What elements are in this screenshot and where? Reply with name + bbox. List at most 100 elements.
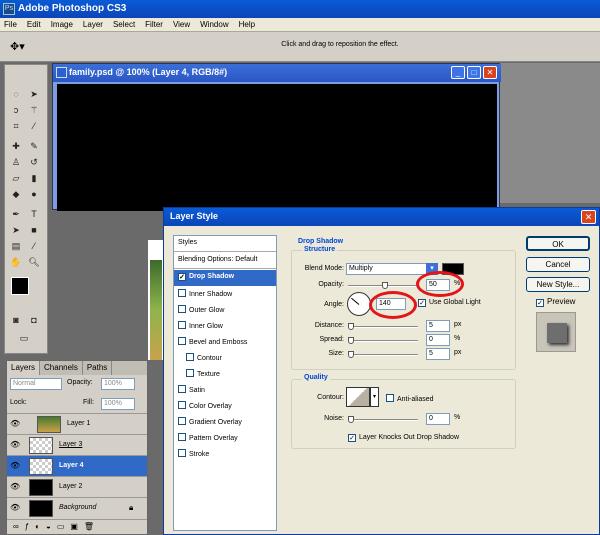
eraser-tool-icon[interactable]: ▱ xyxy=(9,171,23,185)
hand-tool-icon[interactable]: ✋ xyxy=(9,255,23,269)
maximize-icon[interactable]: □ xyxy=(467,66,481,79)
style-item[interactable]: Outer Glow xyxy=(174,302,276,318)
pen-tool-icon[interactable]: ✒ xyxy=(9,207,23,221)
slider-knob[interactable] xyxy=(348,351,354,358)
noise-slider[interactable] xyxy=(348,416,418,423)
eye-icon[interactable]: 👁︎ xyxy=(10,483,20,491)
layers-footer-icons[interactable]: ∞ƒ◐◒▭▣🗑︎ xyxy=(7,519,147,534)
eye-icon[interactable]: 👁︎ xyxy=(10,420,20,428)
layer-thumbnail xyxy=(29,458,53,475)
style-item[interactable]: Inner Glow xyxy=(174,318,276,334)
canvas[interactable] xyxy=(57,84,497,211)
lasso-tool-icon[interactable]: ↄ xyxy=(9,103,23,117)
dodge-tool-icon[interactable]: ● xyxy=(27,187,41,201)
foreground-color-swatch[interactable] xyxy=(11,277,29,295)
style-item[interactable]: Color Overlay xyxy=(174,398,276,414)
style-item[interactable]: Satin xyxy=(174,382,276,398)
type-tool-icon[interactable]: T xyxy=(27,207,41,221)
distance-slider[interactable] xyxy=(348,323,418,330)
knockout-checkbox[interactable]: ✓ Layer Knocks Out Drop Shadow xyxy=(348,434,459,442)
layer-row[interactable]: 👁︎ Background 🔒︎ xyxy=(7,497,147,518)
layer-name: Layer 3 xyxy=(59,441,83,448)
blending-options-item[interactable]: Blending Options: Default xyxy=(174,253,276,269)
dialog-close-icon[interactable]: ✕ xyxy=(581,210,596,224)
style-item-drop-shadow[interactable]: ✓ Drop Shadow xyxy=(174,270,276,286)
style-item[interactable]: Gradient Overlay xyxy=(174,414,276,430)
spread-slider[interactable] xyxy=(348,337,418,344)
menu-view[interactable]: View xyxy=(169,18,196,31)
menu-layer[interactable]: Layer xyxy=(79,18,109,31)
tab-channels[interactable]: Channels xyxy=(40,361,83,375)
style-item[interactable]: Pattern Overlay xyxy=(174,430,276,446)
fill-field[interactable]: 100% xyxy=(101,398,135,410)
move-tool-icon[interactable]: ➤ xyxy=(27,87,41,101)
opacity-slider[interactable] xyxy=(348,282,418,289)
menu-edit[interactable]: Edit xyxy=(23,18,47,31)
anti-aliased-checkbox[interactable]: Anti-aliased xyxy=(386,394,434,403)
close-icon[interactable]: ✕ xyxy=(483,66,497,79)
eye-icon[interactable]: 👁︎ xyxy=(10,504,20,512)
checkbox-icon[interactable]: ✓ xyxy=(178,273,186,281)
size-field[interactable]: 5 xyxy=(426,348,450,360)
eye-icon[interactable]: 👁︎ xyxy=(10,441,20,449)
slider-knob[interactable] xyxy=(348,337,354,344)
style-item[interactable]: Bevel and Emboss xyxy=(174,334,276,350)
quick-mask-icon[interactable]: ◙ xyxy=(9,313,23,327)
tab-layers[interactable]: Layers xyxy=(7,361,41,375)
spread-field[interactable]: 0 xyxy=(426,334,450,346)
menu-image[interactable]: Image xyxy=(47,18,79,31)
style-item[interactable]: Inner Shadow xyxy=(174,286,276,302)
quick-mask-mode-icon[interactable]: ◘ xyxy=(27,313,41,327)
layer-row[interactable]: 👁︎ Layer 3 xyxy=(7,434,147,455)
clone-stamp-icon[interactable]: ♙ xyxy=(9,155,23,169)
slice-tool-icon[interactable]: ⁄ xyxy=(27,119,41,133)
style-item[interactable]: Texture xyxy=(174,366,276,382)
layer-row-selected[interactable]: 👁︎ Layer 4 xyxy=(7,455,147,476)
styles-header[interactable]: Styles xyxy=(174,236,276,252)
eyedropper-icon[interactable]: ⁄ xyxy=(27,239,41,253)
marquee-tool-icon[interactable]: ◌ xyxy=(9,87,23,101)
eye-icon[interactable]: 👁︎ xyxy=(10,462,20,470)
menu-select[interactable]: Select xyxy=(109,18,141,31)
menu-file[interactable]: File xyxy=(0,18,23,31)
slider-knob[interactable] xyxy=(382,282,388,289)
layer-row[interactable]: 👁︎ Layer 2 xyxy=(7,476,147,497)
brush-tool-icon[interactable]: ✎ xyxy=(27,139,41,153)
rectangle-tool-icon[interactable]: ■ xyxy=(27,223,41,237)
slider-knob[interactable] xyxy=(348,323,354,330)
ok-button[interactable]: OK xyxy=(526,236,590,251)
minimize-icon[interactable]: _ xyxy=(451,66,465,79)
new-style-button[interactable]: New Style... xyxy=(526,277,590,292)
menu-filter[interactable]: Filter xyxy=(141,18,169,31)
cancel-button[interactable]: Cancel xyxy=(526,257,590,272)
size-slider[interactable] xyxy=(348,351,418,358)
blend-mode-select[interactable]: Normal xyxy=(10,378,62,390)
slider-knob[interactable] xyxy=(348,416,354,423)
gradient-tool-icon[interactable]: ▮ xyxy=(27,171,41,185)
angle-dial[interactable] xyxy=(347,292,371,316)
history-brush-icon[interactable]: ↺ xyxy=(27,155,41,169)
path-selection-icon[interactable]: ➤ xyxy=(9,223,23,237)
style-item[interactable]: Contour xyxy=(174,350,276,366)
zoom-tool-icon[interactable]: 🔍︎ xyxy=(27,255,41,269)
preview-swatch xyxy=(547,323,567,343)
noise-field[interactable]: 0 xyxy=(426,413,450,425)
style-item[interactable]: Stroke xyxy=(174,446,276,462)
crop-tool-icon[interactable]: ⌗ xyxy=(9,119,23,133)
screen-mode-icon[interactable]: ▭ xyxy=(17,331,31,345)
contour-picker[interactable] xyxy=(346,387,370,407)
healing-brush-icon[interactable]: ✚ xyxy=(9,139,23,153)
preview-checkbox[interactable]: ✓ Preview xyxy=(536,297,575,307)
chevron-down-icon[interactable]: ▾ xyxy=(370,387,379,407)
menu-help[interactable]: Help xyxy=(235,18,261,31)
notes-tool-icon[interactable]: ▤ xyxy=(9,239,23,253)
menu-window[interactable]: Window xyxy=(196,18,234,31)
layer-row[interactable]: 👁︎ Layer 1 xyxy=(7,413,147,434)
distance-field[interactable]: 5 xyxy=(426,320,450,332)
app-title: Adobe Photoshop CS3 xyxy=(18,3,127,14)
opacity-field[interactable]: 100% xyxy=(101,378,135,390)
blur-tool-icon[interactable]: ◆ xyxy=(9,187,23,201)
magic-wand-icon[interactable]: ⚚ xyxy=(27,103,41,117)
tab-paths[interactable]: Paths xyxy=(83,361,113,375)
use-global-light-checkbox[interactable]: ✓ Use Global Light xyxy=(418,299,481,307)
